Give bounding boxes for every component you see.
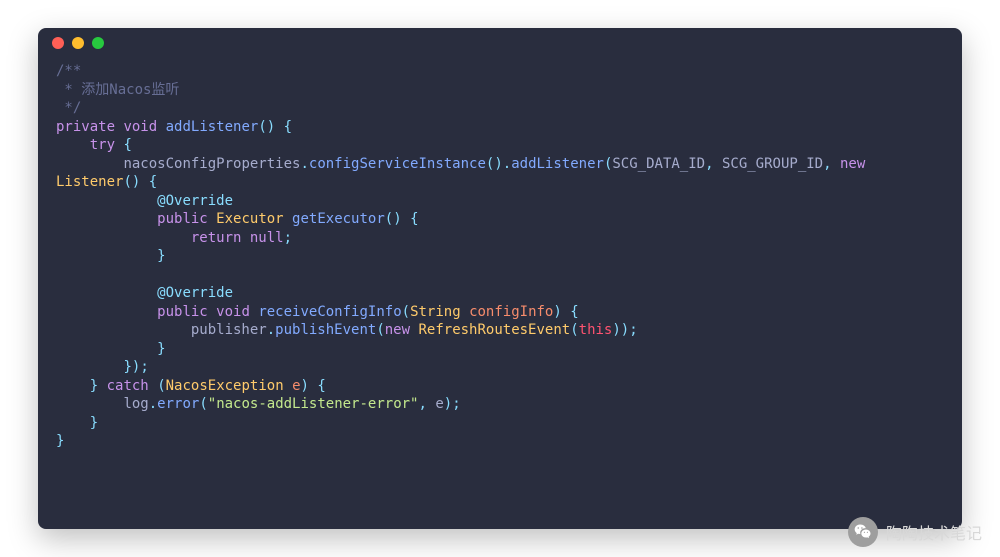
method-publishEvent: publishEvent [275, 322, 376, 338]
maximize-icon[interactable] [92, 37, 104, 49]
method-configServiceInstance: configServiceInstance [309, 156, 486, 172]
comment-line: * 添加Nacos监听 [56, 82, 179, 98]
method-receiveConfigInfo: receiveConfigInfo [258, 304, 401, 320]
param-configInfo: configInfo [469, 304, 553, 320]
keyword-public: public [157, 304, 208, 320]
ident-e: e [435, 396, 443, 412]
keyword-return: return [191, 230, 242, 246]
method-error: error [157, 396, 199, 412]
annotation-override: @Override [157, 285, 233, 301]
method-getExecutor: getExecutor [292, 211, 385, 227]
keyword-public: public [157, 211, 208, 227]
keyword-new: new [840, 156, 865, 172]
comment-line: /** [56, 63, 81, 79]
type-string: String [410, 304, 461, 320]
keyword-null: null [250, 230, 284, 246]
code-window: /** * 添加Nacos监听 */ private void addListe… [38, 28, 962, 529]
ident-nacosConfigProperties: nacosConfigProperties [123, 156, 300, 172]
comment-line: */ [56, 100, 81, 116]
wechat-icon [848, 517, 878, 547]
keyword-catch: catch [107, 378, 149, 394]
keyword-void: void [216, 304, 250, 320]
method-addListener: addListener [166, 119, 259, 135]
keyword-void: void [123, 119, 157, 135]
const-scg-group-id: SCG_GROUP_ID [722, 156, 823, 172]
param-e: e [292, 378, 300, 394]
string-literal: "nacos-addListener-error" [208, 396, 419, 412]
keyword-private: private [56, 119, 115, 135]
minimize-icon[interactable] [72, 37, 84, 49]
watermark-text: 陶陶技术笔记 [886, 520, 982, 544]
code-block: /** * 添加Nacos监听 */ private void addListe… [38, 58, 962, 469]
type-executor: Executor [216, 211, 283, 227]
window-titlebar [38, 28, 962, 58]
watermark: 陶陶技术笔记 [848, 517, 982, 547]
close-icon[interactable] [52, 37, 64, 49]
method-addListener-call: addListener [511, 156, 604, 172]
type-listener: Listener [56, 174, 123, 190]
ident-publisher: publisher [191, 322, 267, 338]
keyword-this: this [579, 322, 613, 338]
keyword-try: try [90, 137, 115, 153]
type-refresh-routes-event: RefreshRoutesEvent [418, 322, 570, 338]
type-nacos-exception: NacosException [166, 378, 284, 394]
const-scg-data-id: SCG_DATA_ID [612, 156, 705, 172]
ident-log: log [123, 396, 148, 412]
annotation-override: @Override [157, 193, 233, 209]
keyword-new: new [385, 322, 410, 338]
